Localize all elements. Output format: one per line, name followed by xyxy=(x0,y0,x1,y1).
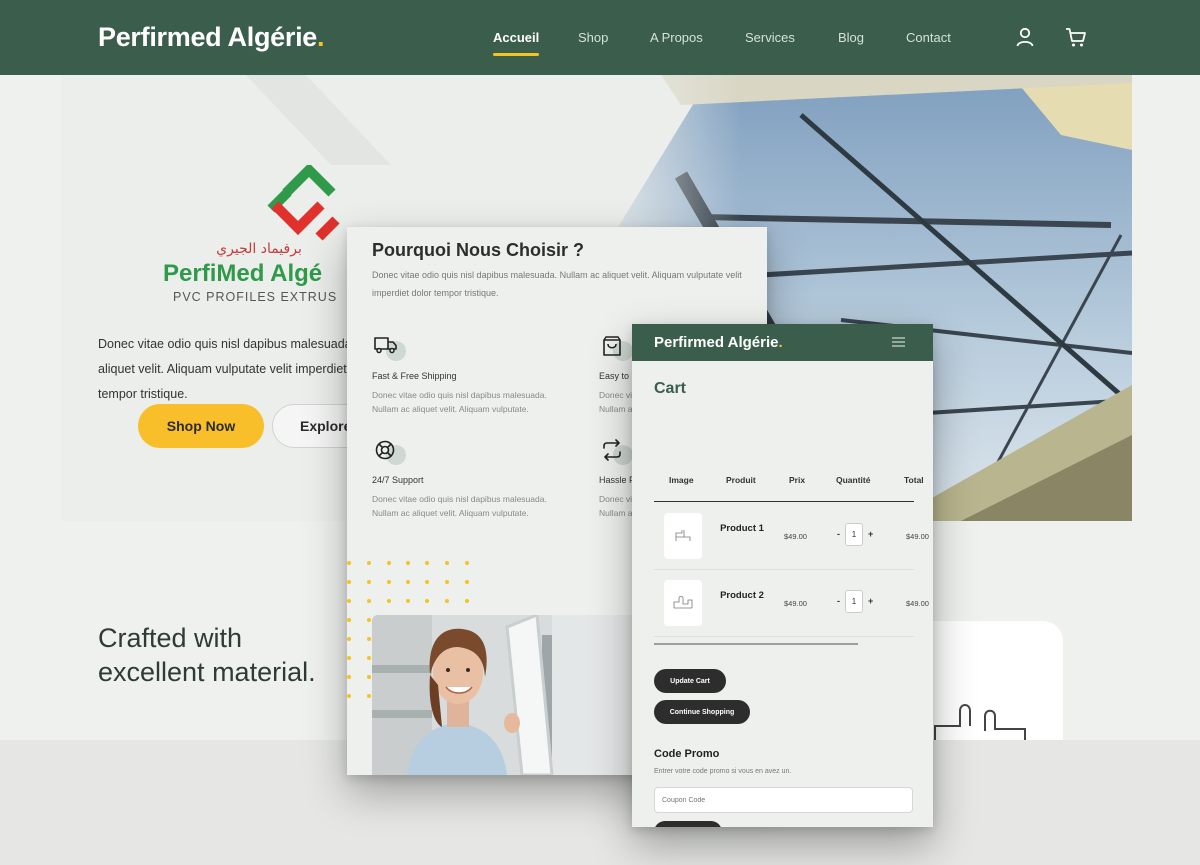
qty-increase-button[interactable]: + xyxy=(868,529,873,539)
product-price: $49.00 xyxy=(784,532,807,541)
qty-decrease-button[interactable]: - xyxy=(837,529,840,539)
logo-arabic-text: برفيماد الجيري xyxy=(216,241,302,257)
col-product: Produit xyxy=(726,475,756,485)
return-icon xyxy=(603,439,621,461)
quantity-input[interactable]: 1 xyxy=(845,523,863,546)
product-name[interactable]: Product 2 xyxy=(718,590,766,602)
col-quantity: Quantité xyxy=(836,475,871,485)
logo-name-text: PerfiMed Algé xyxy=(163,260,322,287)
cart-icon[interactable] xyxy=(1065,26,1087,48)
feature-text: Donec vitae odio quis nisl dapibus males… xyxy=(372,390,547,414)
col-image: Image xyxy=(669,475,694,485)
col-total: Total xyxy=(904,475,924,485)
feature-title: Fast & Free Shipping xyxy=(372,371,457,381)
top-navbar: Perfirmed Algérie. Accueil Shop A Propos… xyxy=(0,0,1200,75)
quantity-input[interactable]: 1 xyxy=(845,590,863,613)
site-logo[interactable]: Perfirmed Algérie. xyxy=(98,22,324,53)
apply-coupon-button[interactable] xyxy=(654,821,722,827)
row-divider xyxy=(654,636,914,637)
user-icon[interactable] xyxy=(1014,26,1036,48)
product-price: $49.00 xyxy=(784,599,807,608)
qty-decrease-button[interactable]: - xyxy=(837,596,840,606)
continue-shopping-button[interactable]: Continue Shopping xyxy=(654,700,750,724)
promo-title: Code Promo xyxy=(654,748,720,760)
update-cart-button[interactable]: Update Cart xyxy=(654,669,726,693)
bag-icon xyxy=(603,336,621,356)
support-icon xyxy=(375,440,395,460)
cart-navbar: Perfirmed Algérie. xyxy=(632,324,933,361)
feature-text: Donec vitae odio quis nisl dapibus males… xyxy=(372,494,547,518)
table-row: Product 1 $49.00 - 1 + $49.00 xyxy=(654,503,929,570)
hamburger-menu-icon[interactable] xyxy=(892,336,905,348)
pvc-profile-image xyxy=(673,596,693,609)
shop-now-button[interactable]: Shop Now xyxy=(138,404,264,448)
product-total: $49.00 xyxy=(906,599,929,608)
product-name[interactable]: Product 1 xyxy=(718,523,766,535)
nav-a-propos[interactable]: A Propos xyxy=(650,30,703,45)
pvc-profile-image xyxy=(934,704,1026,740)
nav-accueil[interactable]: Accueil xyxy=(493,30,540,56)
col-price: Prix xyxy=(789,475,806,485)
product-thumbnail[interactable] xyxy=(664,580,702,626)
nav-contact[interactable]: Contact xyxy=(906,30,951,45)
promo-subtitle: Entrer votre code promo si vous en avez … xyxy=(654,768,792,775)
crafted-heading: Crafted with excellent material. xyxy=(98,623,316,687)
table-row: Product 2 $49.00 - 1 + $49.00 xyxy=(654,570,929,637)
why-subtitle: Donec vitae odio quis nisl dapibus males… xyxy=(372,270,742,298)
table-header-divider xyxy=(654,501,914,502)
logo-tagline-text: PVC PROFILES EXTRUS xyxy=(173,290,337,304)
product-thumbnail[interactable] xyxy=(664,513,702,559)
feature-title: 24/7 Support xyxy=(372,475,424,485)
nav-services[interactable]: Services xyxy=(745,30,795,45)
nav-shop[interactable]: Shop xyxy=(578,30,608,45)
product-total: $49.00 xyxy=(906,532,929,541)
table-footer-divider xyxy=(654,643,858,645)
coupon-code-input[interactable] xyxy=(654,787,913,813)
nav-blog[interactable]: Blog xyxy=(838,30,864,45)
pvc-profile-image xyxy=(675,530,691,541)
why-title: Pourquoi Nous Choisir ? xyxy=(372,240,584,260)
cart-title: Cart xyxy=(654,380,687,397)
truck-icon xyxy=(374,337,397,354)
cart-window: Perfirmed Algérie. Cart Image Produit Pr… xyxy=(632,324,933,827)
qty-increase-button[interactable]: + xyxy=(868,596,873,606)
cart-site-logo[interactable]: Perfirmed Algérie. xyxy=(654,334,783,351)
